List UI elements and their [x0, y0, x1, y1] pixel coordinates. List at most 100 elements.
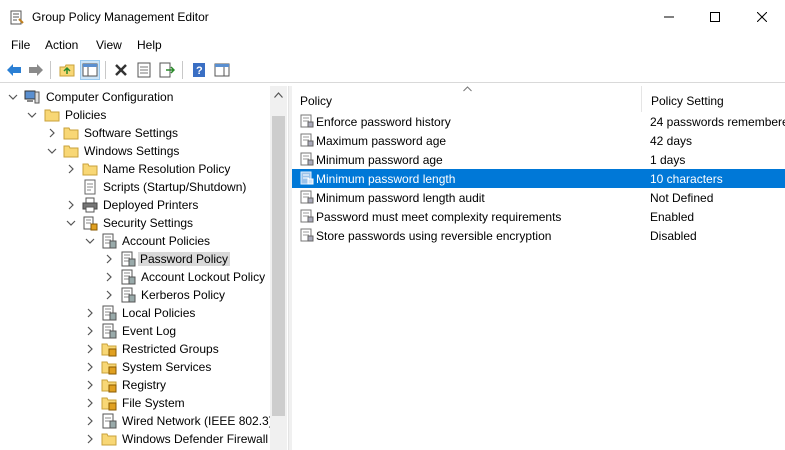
chevron-right-icon[interactable] [85, 379, 95, 391]
folder-icon [63, 127, 79, 140]
chevron-right-icon[interactable] [104, 271, 114, 283]
policy-name: Password must meet complexity requiremen… [316, 210, 562, 224]
show-hide-action-pane-button[interactable] [212, 60, 232, 80]
column-header-policy[interactable]: Policy [292, 86, 642, 112]
scrollbar-thumb[interactable] [272, 116, 285, 416]
menu-bar: File Action View Help [0, 34, 785, 56]
policy-icon [102, 233, 117, 249]
policy-setting-value: Not Defined [650, 191, 714, 205]
list-item[interactable]: Minimum password age 1 days [292, 150, 785, 169]
console-tree: Computer Configuration Policies Software… [0, 86, 288, 450]
chevron-down-icon[interactable] [47, 145, 57, 157]
forward-button[interactable] [26, 60, 46, 80]
tree-item-local-policies[interactable]: Local Policies [0, 304, 270, 322]
chevron-right-icon[interactable] [85, 307, 95, 319]
chevron-right-icon[interactable] [104, 253, 114, 265]
menu-view[interactable]: View [96, 38, 122, 52]
folder-icon [101, 433, 117, 446]
chevron-right-icon[interactable] [104, 289, 114, 301]
chevron-right-icon[interactable] [47, 127, 57, 139]
tree-item-label: Security Settings [103, 216, 194, 230]
chevron-right-icon[interactable] [66, 199, 76, 211]
menu-file[interactable]: File [11, 38, 30, 52]
chevron-down-icon[interactable] [66, 217, 76, 229]
tree-item-restricted-groups[interactable]: Restricted Groups [0, 340, 270, 358]
tree-item-software-settings[interactable]: Software Settings [0, 124, 270, 142]
tree-item-account-policies[interactable]: Account Policies [0, 232, 270, 250]
chevron-right-icon[interactable] [85, 397, 95, 409]
policy-setting-value: 1 days [650, 153, 686, 167]
tree-item-event-log[interactable]: Event Log [0, 322, 270, 340]
tree-scrollbar[interactable] [270, 86, 287, 450]
maximize-button[interactable] [692, 0, 738, 34]
help-button[interactable]: ? [189, 60, 209, 80]
back-button[interactable] [4, 60, 24, 80]
show-hide-tree-button[interactable] [80, 60, 100, 80]
policy-setting-icon [300, 152, 314, 166]
chevron-right-icon[interactable] [85, 415, 95, 427]
chevron-right-icon[interactable] [85, 433, 95, 445]
tree-item-kerberos-policy[interactable]: Kerberos Policy [0, 286, 270, 304]
tree-item-name-resolution-policy[interactable]: Name Resolution Policy [0, 160, 270, 178]
folder-icon [63, 145, 79, 158]
export-list-button[interactable] [157, 60, 177, 80]
policy-name: Minimum password age [316, 153, 443, 167]
tree-item-account-lockout-policy[interactable]: Account Lockout Policy [0, 268, 270, 286]
tree-item-computer-configuration[interactable]: Computer Configuration [0, 88, 270, 106]
tree-item-windows-settings[interactable]: Windows Settings [0, 142, 270, 160]
chevron-right-icon[interactable] [85, 361, 95, 373]
policy-setting-icon [300, 209, 314, 223]
list-item[interactable]: Enforce password history 24 passwords re… [292, 112, 785, 131]
help-icon: ? [193, 63, 205, 77]
list-item[interactable]: Maximum password age 42 days [292, 131, 785, 150]
minimize-button[interactable] [646, 0, 692, 34]
column-header-policy-setting[interactable]: Policy Setting [643, 86, 785, 112]
app-icon [10, 10, 24, 25]
list-item[interactable]: Store passwords using reversible encrypt… [292, 226, 785, 245]
tree-item-windows-defender-firewall[interactable]: Windows Defender Firewall w [0, 430, 280, 448]
delete-icon [115, 64, 127, 76]
maximize-icon [710, 12, 720, 22]
tree-item-system-services[interactable]: System Services [0, 358, 270, 376]
network-icon [102, 413, 117, 429]
toolbar-separator [182, 61, 183, 79]
sort-ascending-icon [463, 86, 472, 92]
tree-item-password-policy[interactable]: Password Policy [0, 250, 270, 268]
tree-item-file-system[interactable]: File System [0, 394, 270, 412]
tree-item-registry[interactable]: Registry [0, 376, 270, 394]
policy-setting-value: Disabled [650, 229, 697, 243]
policy-setting-icon [300, 114, 314, 128]
properties-button[interactable] [134, 60, 154, 80]
tree-item-label: Deployed Printers [103, 198, 199, 212]
chevron-right-icon[interactable] [66, 163, 76, 175]
menu-action[interactable]: Action [45, 38, 78, 52]
delete-button[interactable] [111, 60, 131, 80]
chevron-down-icon[interactable] [85, 235, 95, 247]
chevron-down-icon[interactable] [27, 109, 37, 121]
list-item-selected[interactable]: Minimum password length 10 characters [292, 169, 785, 188]
title-bar[interactable]: Group Policy Management Editor [0, 0, 785, 34]
chevron-right-icon[interactable] [85, 325, 95, 337]
list-item[interactable]: Minimum password length audit Not Define… [292, 188, 785, 207]
close-button[interactable] [739, 0, 785, 34]
tree-item-security-settings[interactable]: Security Settings [0, 214, 270, 232]
chevron-down-icon[interactable] [8, 91, 18, 103]
locked-folder-icon [101, 361, 117, 375]
back-icon [7, 64, 21, 76]
security-icon [83, 216, 98, 231]
up-one-level-button[interactable] [57, 60, 77, 80]
tree-item-wired-network[interactable]: Wired Network (IEEE 802.3) P [0, 412, 284, 430]
policy-setting-icon [300, 228, 314, 242]
chevron-right-icon[interactable] [85, 343, 95, 355]
tree-item-deployed-printers[interactable]: Deployed Printers [0, 196, 270, 214]
scroll-up-icon[interactable] [274, 92, 283, 98]
tree-item-policies[interactable]: Policies [0, 106, 270, 124]
details-list: Policy Policy Setting Enforce password h… [292, 86, 785, 450]
menu-help[interactable]: Help [137, 38, 162, 52]
policy-icon [121, 269, 136, 285]
tree-item-label: Windows Defender Firewall w [122, 432, 281, 446]
tree-item-scripts[interactable]: Scripts (Startup/Shutdown) [0, 178, 270, 196]
list-item[interactable]: Password must meet complexity requiremen… [292, 207, 785, 226]
tree-item-label: Scripts (Startup/Shutdown) [103, 180, 247, 194]
tree-item-label: Windows Settings [84, 144, 180, 158]
